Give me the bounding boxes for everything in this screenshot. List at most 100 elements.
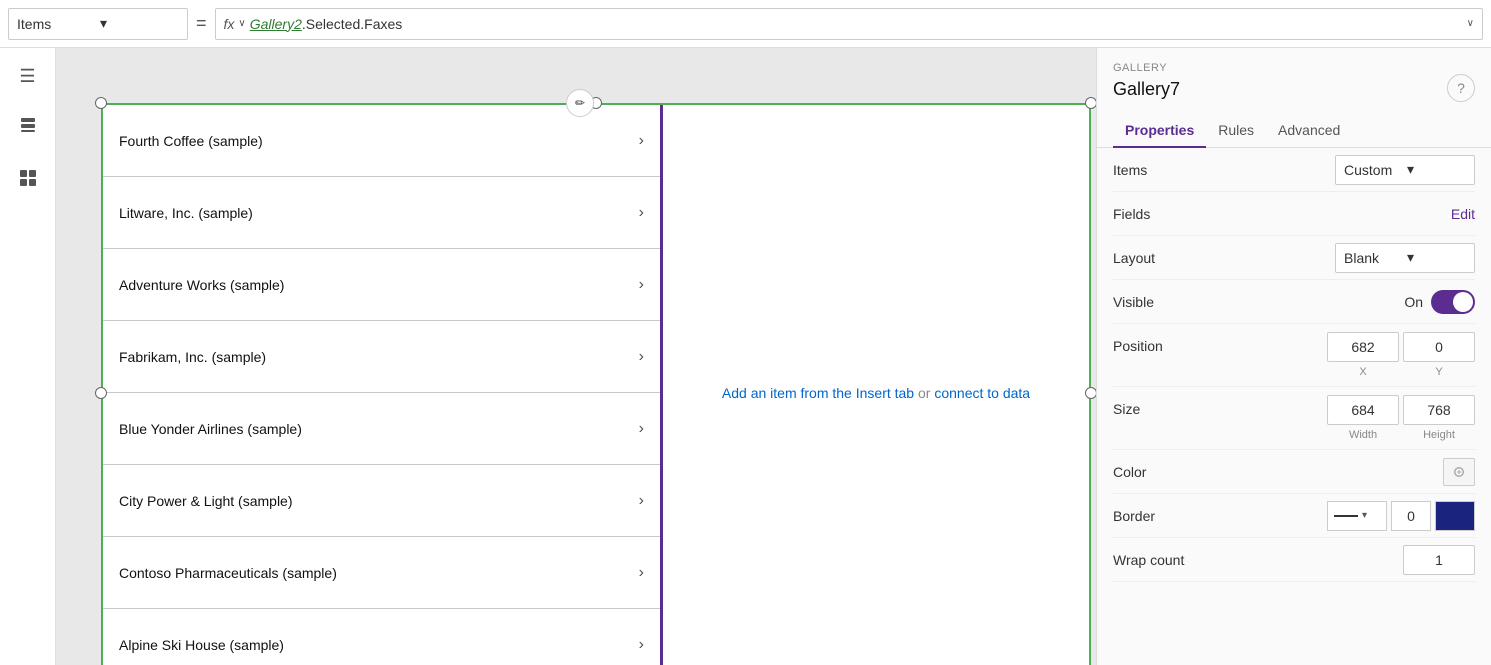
prop-control-color bbox=[1221, 458, 1475, 486]
properties-panel: GALLERY Gallery7 ? Properties Rules Adva… bbox=[1096, 48, 1491, 665]
item-chevron: › bbox=[639, 492, 644, 510]
list-item[interactable]: City Power & Light (sample) › bbox=[103, 465, 660, 537]
border-line-icon bbox=[1334, 515, 1358, 517]
formula-rest: .Selected.Faxes bbox=[302, 16, 402, 32]
hamburger-icon[interactable]: ☰ bbox=[13, 60, 41, 93]
list-item[interactable]: Blue Yonder Airlines (sample) › bbox=[103, 393, 660, 465]
insert-tab-link[interactable]: Add an item from the Insert tab bbox=[722, 385, 914, 401]
prop-label-color: Color bbox=[1113, 464, 1213, 480]
border-color-swatch[interactable] bbox=[1435, 501, 1475, 531]
edit-pencil-button[interactable]: ✏ bbox=[566, 89, 594, 117]
prop-row-size: Size 684 768 Width Height bbox=[1113, 387, 1475, 450]
main-area: ☰ ✏ Fourth Coffee (sampl bbox=[0, 48, 1491, 665]
items-dropdown-chevron: ▾ bbox=[100, 15, 179, 32]
size-height-label: Height bbox=[1403, 429, 1475, 441]
props-body: Items Custom ▾ Fields Edit Layout bbox=[1097, 148, 1491, 582]
handle-mid-right[interactable] bbox=[1085, 387, 1096, 399]
left-sidebar: ☰ bbox=[0, 48, 56, 665]
position-y-input[interactable]: 0 bbox=[1403, 332, 1475, 362]
handle-top-left[interactable] bbox=[95, 97, 107, 109]
fields-edit-link[interactable]: Edit bbox=[1451, 206, 1475, 222]
item-chevron: › bbox=[639, 420, 644, 438]
position-inputs: 682 0 X Y bbox=[1213, 332, 1475, 378]
position-x-label: X bbox=[1327, 366, 1399, 378]
list-item[interactable]: Contoso Pharmaceuticals (sample) › bbox=[103, 537, 660, 609]
tab-rules[interactable]: Rules bbox=[1206, 114, 1266, 148]
handle-mid-left[interactable] bbox=[95, 387, 107, 399]
border-width-input[interactable]: 0 bbox=[1391, 501, 1431, 531]
formula-text: Gallery2.Selected.Faxes bbox=[250, 16, 403, 32]
item-chevron: › bbox=[639, 132, 644, 150]
color-swatch[interactable] bbox=[1443, 458, 1475, 486]
position-y-label: Y bbox=[1403, 366, 1475, 378]
gallery-list: Fourth Coffee (sample) › Litware, Inc. (… bbox=[103, 105, 663, 665]
formula-end-chevron: ∨ bbox=[1467, 18, 1474, 29]
props-tabs: Properties Rules Advanced bbox=[1097, 114, 1491, 148]
layout-value-label: Blank bbox=[1344, 250, 1403, 266]
item-label: Blue Yonder Airlines (sample) bbox=[119, 421, 639, 437]
size-width-label: Width bbox=[1327, 429, 1399, 441]
border-style-dropdown[interactable]: ▾ bbox=[1327, 501, 1387, 531]
item-label: Fabrikam, Inc. (sample) bbox=[119, 349, 639, 365]
position-x-input[interactable]: 682 bbox=[1327, 332, 1399, 362]
tab-advanced[interactable]: Advanced bbox=[1266, 114, 1352, 148]
prop-control-wrap-count: 1 bbox=[1221, 545, 1475, 575]
connect-data-link[interactable]: connect to data bbox=[934, 385, 1030, 401]
visible-toggle[interactable] bbox=[1431, 290, 1475, 314]
item-chevron: › bbox=[639, 204, 644, 222]
formula-bar[interactable]: fx ∨ Gallery2.Selected.Faxes ∨ bbox=[215, 8, 1483, 40]
prop-row-layout: Layout Blank ▾ bbox=[1113, 236, 1475, 280]
prop-row-color: Color bbox=[1113, 450, 1475, 494]
layout-dropdown-chevron: ▾ bbox=[1407, 249, 1466, 266]
prop-label-items: Items bbox=[1113, 162, 1213, 178]
item-chevron: › bbox=[639, 276, 644, 294]
prop-label-border: Border bbox=[1113, 508, 1213, 524]
list-item[interactable]: Litware, Inc. (sample) › bbox=[103, 177, 660, 249]
item-label: Contoso Pharmaceuticals (sample) bbox=[119, 565, 639, 581]
prop-label-fields: Fields bbox=[1113, 206, 1213, 222]
list-item[interactable]: Alpine Ski House (sample) › bbox=[103, 609, 660, 665]
prop-row-fields: Fields Edit bbox=[1113, 192, 1475, 236]
layers-icon[interactable] bbox=[12, 109, 44, 146]
prop-label-visible: Visible bbox=[1113, 294, 1213, 310]
item-chevron: › bbox=[639, 564, 644, 582]
formula-gallery-ref: Gallery2 bbox=[250, 16, 302, 32]
prop-label-wrap-count: Wrap count bbox=[1113, 552, 1213, 568]
props-header: GALLERY Gallery7 ? bbox=[1097, 48, 1491, 106]
visible-toggle-container: On bbox=[1404, 290, 1475, 314]
help-button[interactable]: ? bbox=[1447, 74, 1475, 102]
gallery-empty-text: Add an item from the Insert tab or conne… bbox=[722, 382, 1030, 404]
size-width-input[interactable]: 684 bbox=[1327, 395, 1399, 425]
prop-row-visible: Visible On bbox=[1113, 280, 1475, 324]
canvas-area: ✏ Fourth Coffee (sample) › Litware, Inc.… bbox=[56, 48, 1096, 665]
item-label: Alpine Ski House (sample) bbox=[119, 637, 639, 653]
size-height-input[interactable]: 768 bbox=[1403, 395, 1475, 425]
grid-icon[interactable] bbox=[12, 162, 44, 199]
wrap-count-input[interactable]: 1 bbox=[1403, 545, 1475, 575]
handle-top-right[interactable] bbox=[1085, 97, 1096, 109]
size-inputs: 684 768 Width Height bbox=[1213, 395, 1475, 441]
prop-row-items: Items Custom ▾ bbox=[1113, 148, 1475, 192]
prop-label-layout: Layout bbox=[1113, 250, 1213, 266]
prop-label-size: Size bbox=[1113, 395, 1213, 417]
fx-label: fx bbox=[224, 16, 235, 32]
items-dropdown[interactable]: Items ▾ bbox=[8, 8, 188, 40]
items-dropdown-label: Items bbox=[17, 16, 96, 32]
item-label: City Power & Light (sample) bbox=[119, 493, 639, 509]
props-title: Gallery7 bbox=[1113, 79, 1180, 100]
items-value-dropdown[interactable]: Custom ▾ bbox=[1335, 155, 1475, 185]
prop-control-items: Custom ▾ bbox=[1221, 155, 1475, 185]
top-bar: Items ▾ = fx ∨ Gallery2.Selected.Faxes ∨ bbox=[0, 0, 1491, 48]
item-label: Litware, Inc. (sample) bbox=[119, 205, 639, 221]
prop-control-fields: Edit bbox=[1221, 206, 1475, 222]
gallery-wrapper: ✏ Fourth Coffee (sample) › Litware, Inc.… bbox=[101, 103, 1091, 665]
gallery-inner: Fourth Coffee (sample) › Litware, Inc. (… bbox=[101, 103, 1091, 665]
items-dropdown-chevron: ▾ bbox=[1407, 161, 1466, 178]
item-label: Fourth Coffee (sample) bbox=[119, 133, 639, 149]
fx-chevron: ∨ bbox=[238, 18, 245, 29]
layout-dropdown[interactable]: Blank ▾ bbox=[1335, 243, 1475, 273]
list-item[interactable]: Adventure Works (sample) › bbox=[103, 249, 660, 321]
tab-properties[interactable]: Properties bbox=[1113, 114, 1206, 148]
list-item[interactable]: Fabrikam, Inc. (sample) › bbox=[103, 321, 660, 393]
prop-control-border: ▾ 0 bbox=[1221, 501, 1475, 531]
